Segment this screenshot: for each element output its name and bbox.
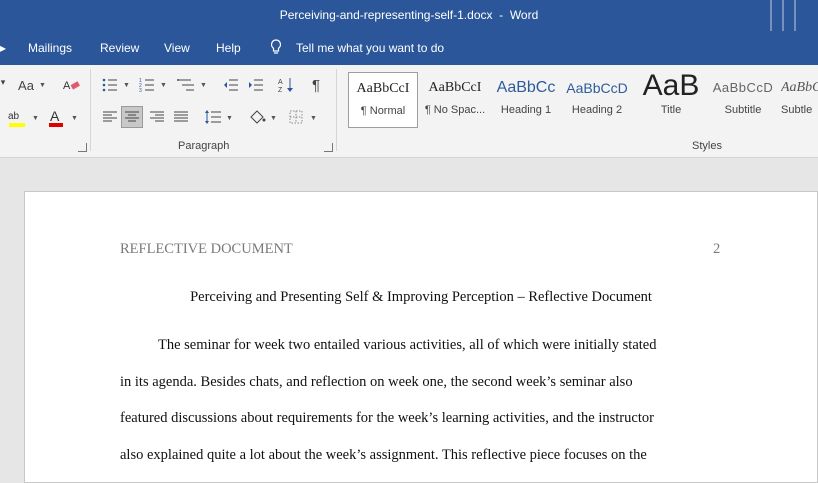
numbering-icon[interactable]: 123 (137, 75, 157, 95)
style-heading-2[interactable]: AaBbCcD Heading 2 (564, 72, 630, 128)
tab-help[interactable]: Help (216, 41, 241, 55)
align-right-icon[interactable] (147, 107, 167, 127)
chevron-down-icon[interactable]: ▼ (39, 82, 46, 89)
running-header: REFLECTIVE DOCUMENT (120, 241, 293, 257)
align-center-icon[interactable] (121, 106, 143, 128)
style-subtle-emphasis[interactable]: AaBbCcD Subtle (781, 72, 818, 128)
chevron-down-icon[interactable]: ▼ (71, 115, 78, 122)
style-name: Heading 1 (500, 104, 552, 116)
sort-icon[interactable]: AZ (276, 75, 296, 95)
show-formatting-marks-icon[interactable]: ¶ (306, 75, 326, 95)
title-bar: Perceiving-and-representing-self-1.docx … (0, 0, 818, 31)
scroll-left-indicator: ▸ (0, 41, 7, 55)
style-name: Title (660, 104, 682, 116)
paragraph-group-label: Paragraph (178, 140, 230, 152)
style-name: ¶ Normal (360, 105, 406, 117)
font-size-caret-icon[interactable]: ▾ (0, 77, 6, 88)
window-control-edge[interactable] (794, 0, 804, 31)
svg-text:Z: Z (278, 87, 283, 93)
clear-formatting-icon[interactable]: A (60, 75, 82, 95)
style-preview: AaBbCcI (356, 81, 410, 96)
style-name: Subtle (781, 104, 813, 116)
increase-indent-icon[interactable] (246, 75, 266, 95)
style-name: ¶ No Spac... (424, 104, 486, 116)
style-preview: AaBbCcI (428, 80, 482, 95)
svg-text:A: A (63, 80, 71, 92)
tell-me-search[interactable]: Tell me what you want to do (296, 41, 444, 55)
ribbon: ▾ Aa ▼ A ab ▼ A ▼ ▼ 123 ▼ ▼ AZ ¶ ▼ ▼ ▼ P… (0, 65, 818, 158)
chevron-down-icon[interactable]: ▼ (226, 115, 233, 122)
chevron-down-icon[interactable]: ▼ (160, 82, 167, 89)
chevron-down-icon[interactable]: ▼ (123, 82, 130, 89)
svg-text:ab: ab (8, 111, 20, 122)
tab-view[interactable]: View (164, 41, 190, 55)
style-title[interactable]: AaB Title (637, 72, 705, 128)
body-line: featured discussions about requirements … (120, 410, 654, 426)
styles-group-label: Styles (692, 140, 722, 152)
body-line: The seminar for week two entailed variou… (158, 337, 657, 353)
paragraph-dialog-launcher[interactable] (324, 143, 333, 152)
font-color-icon[interactable]: A (45, 107, 67, 129)
chevron-down-icon[interactable]: ▼ (32, 115, 39, 122)
document-page[interactable]: REFLECTIVE DOCUMENT 2 Perceiving and Pre… (24, 191, 818, 483)
style-name: Subtitle (724, 104, 762, 116)
chevron-down-icon[interactable]: ▼ (310, 115, 317, 122)
style-normal[interactable]: AaBbCcI ¶ Normal (348, 72, 418, 128)
tab-review[interactable]: Review (100, 41, 139, 55)
style-preview: AaBbCc (496, 79, 556, 96)
page-number: 2 (713, 241, 721, 257)
align-left-icon[interactable] (100, 107, 120, 127)
style-no-spacing[interactable]: AaBbCcI ¶ No Spac... (420, 72, 490, 128)
group-separator (90, 69, 91, 151)
font-dialog-launcher[interactable] (78, 143, 87, 152)
svg-text:3: 3 (139, 88, 142, 92)
document-title: Perceiving and Presenting Self & Improvi… (190, 289, 652, 305)
multilevel-list-icon[interactable] (175, 75, 197, 95)
shading-icon[interactable] (247, 107, 267, 127)
window-control-edge[interactable] (770, 0, 780, 31)
svg-text:A: A (278, 79, 283, 86)
window-title: Perceiving-and-representing-self-1.docx … (279, 8, 539, 22)
ribbon-tabs: ▸ Mailings Review View Help Tell me what… (0, 31, 818, 65)
justify-icon[interactable] (171, 107, 191, 127)
style-name: Heading 2 (571, 104, 623, 116)
style-preview: AaBbCcD (712, 80, 774, 95)
line-spacing-icon[interactable] (203, 107, 223, 127)
change-case-button[interactable]: Aa (14, 75, 38, 95)
style-subtitle[interactable]: AaBbCcD Subtitle (710, 72, 776, 128)
group-separator (336, 69, 337, 151)
style-preview: AaBbCcD (566, 80, 628, 96)
window-control-edge[interactable] (782, 0, 792, 31)
style-preview: AaBbCcD (781, 80, 818, 95)
change-case-label: Aa (18, 77, 34, 93)
body-line: also explained quite a lot about the wee… (120, 447, 647, 463)
chevron-down-icon[interactable]: ▼ (200, 82, 207, 89)
style-heading-1[interactable]: AaBbCc Heading 1 (493, 72, 559, 128)
lightbulb-icon (270, 39, 282, 58)
bullets-icon[interactable] (100, 75, 120, 95)
borders-icon[interactable] (286, 107, 306, 127)
chevron-down-icon[interactable]: ▼ (270, 115, 277, 122)
style-preview: AaB (642, 72, 700, 102)
body-line: in its agenda. Besides chats, and reflec… (120, 374, 633, 390)
tab-mailings[interactable]: Mailings (28, 41, 72, 55)
svg-text:A: A (50, 108, 60, 124)
decrease-indent-icon[interactable] (221, 75, 241, 95)
highlight-color-icon[interactable]: ab (6, 107, 28, 129)
